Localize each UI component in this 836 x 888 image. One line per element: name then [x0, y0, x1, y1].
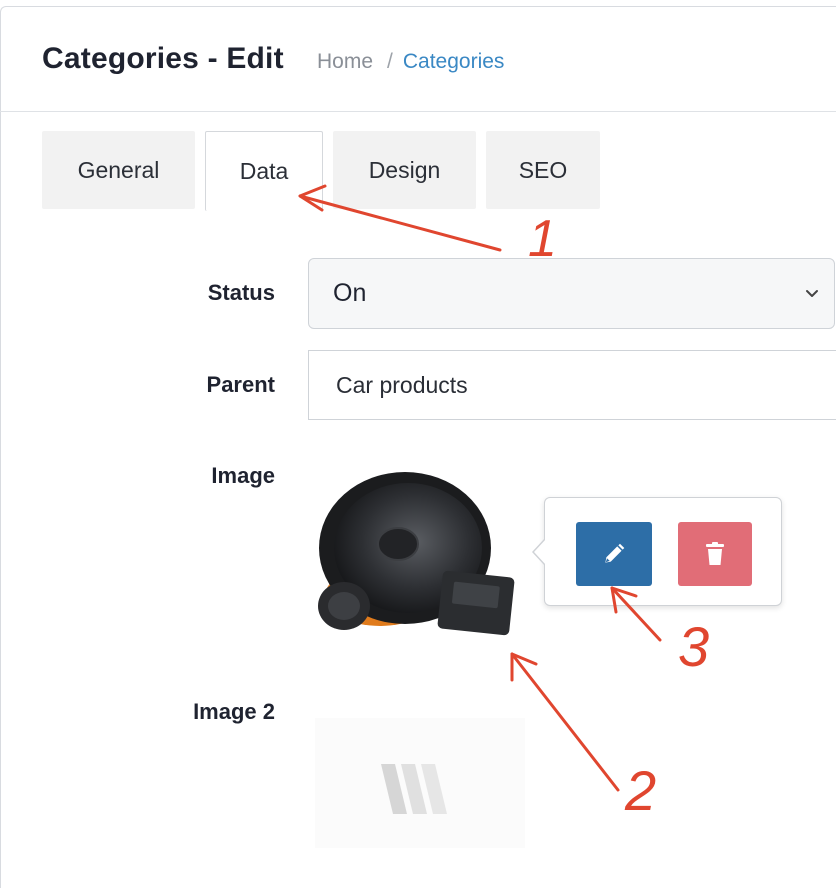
image2-placeholder[interactable]: [315, 698, 525, 868]
tab-seo[interactable]: SEO: [486, 131, 600, 209]
parent-input[interactable]: Car products: [308, 350, 836, 420]
image-thumbnail[interactable]: [310, 466, 520, 636]
status-select-value: On: [333, 279, 367, 307]
image2-label: Image 2: [193, 699, 275, 724]
page-title: Categories - Edit: [42, 42, 284, 75]
parent-label: Parent: [206, 372, 275, 397]
popover-arrow: [532, 538, 546, 566]
breadcrumb-categories-link[interactable]: Categories: [403, 50, 505, 73]
breadcrumb: Home / Categories: [317, 50, 504, 74]
pencil-icon: [605, 543, 625, 563]
breadcrumb-separator: /: [387, 50, 393, 73]
placeholder-image: [315, 698, 525, 868]
tab-data[interactable]: Data: [205, 131, 323, 211]
edit-image-button[interactable]: [576, 522, 652, 586]
breadcrumb-home-link[interactable]: Home: [317, 50, 373, 73]
page-header: Categories - Edit Home / Categories: [0, 0, 836, 112]
trash-icon: [706, 542, 724, 565]
image-actions-popover: [532, 497, 782, 606]
delete-image-button[interactable]: [678, 522, 752, 586]
status-select[interactable]: On: [308, 258, 835, 329]
image-label: Image: [211, 463, 275, 488]
status-label: Status: [207, 280, 275, 305]
tab-general[interactable]: General: [42, 131, 195, 209]
chevron-down-icon: [806, 290, 818, 297]
speaker-image: [318, 472, 515, 636]
tab-design[interactable]: Design: [333, 131, 476, 209]
